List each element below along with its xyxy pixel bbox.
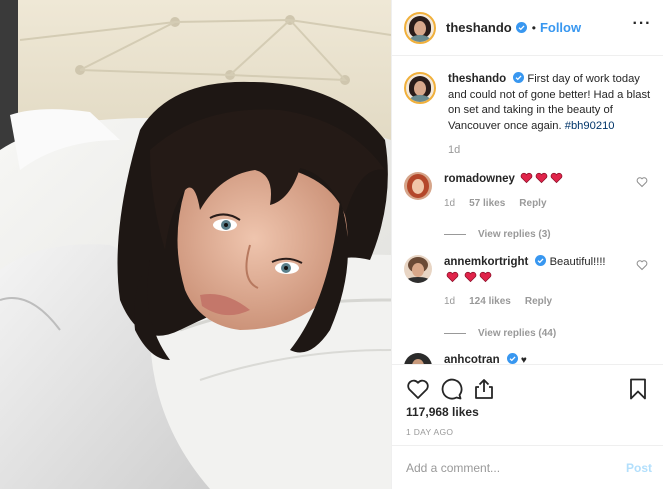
caption-hashtag[interactable]: #bh90210 — [565, 120, 615, 132]
comment-icon[interactable] — [439, 377, 463, 401]
comments-list[interactable]: theshando First day of work today and co… — [392, 57, 663, 364]
red-heart-emoji — [520, 172, 533, 184]
selfie-image — [0, 0, 391, 489]
red-heart-emoji — [550, 172, 563, 184]
comment-username[interactable]: annemkortright — [444, 256, 528, 268]
comment-timestamp[interactable]: 1d — [444, 294, 455, 310]
red-heart-emoji — [446, 271, 459, 282]
commenter-avatar[interactable] — [404, 172, 432, 200]
caption-timestamp[interactable]: 1d — [448, 143, 653, 159]
post-time-ago[interactable]: 1 DAY AGO — [406, 427, 453, 437]
post-comment-button[interactable]: Post — [626, 461, 652, 475]
comment-body: annemkortright Beautiful!!!! 1d 124 like… — [444, 255, 619, 341]
comment-body: anhcotran ♥ — [444, 353, 619, 364]
view-replies-button[interactable]: View replies (3) — [444, 227, 619, 243]
author-avatar[interactable] — [404, 11, 436, 44]
black-heart-emoji: ♥ — [520, 355, 527, 364]
reply-button[interactable]: Reply — [525, 294, 552, 310]
view-replies-label: View replies (44) — [478, 327, 557, 339]
post-actions: 117,968 likes 1 DAY AGO — [392, 364, 663, 445]
commenter-avatar[interactable] — [404, 255, 432, 283]
follow-button[interactable]: Follow — [540, 20, 581, 35]
red-heart-emoji — [479, 271, 492, 282]
view-replies-label: View replies (3) — [478, 229, 551, 240]
caption-username[interactable]: theshando — [448, 73, 506, 85]
comment-text: Beautiful!!!! — [549, 256, 606, 268]
caption-avatar[interactable] — [404, 72, 436, 104]
comment-meta: 1d 124 likes Reply — [444, 294, 619, 310]
post-caption: theshando First day of work today and co… — [404, 72, 654, 159]
comment-item: anhcotran ♥ — [404, 353, 654, 364]
likes-count[interactable]: 117,968 likes — [406, 405, 479, 419]
comment-heart-icon[interactable] — [636, 176, 648, 188]
comment-likes[interactable]: 57 likes — [469, 196, 505, 212]
share-icon[interactable] — [472, 377, 496, 401]
caption-text-block: theshando First day of work today and co… — [448, 72, 653, 159]
comment-body: romadowney 1d 57 likes Reply View replie… — [444, 172, 619, 243]
instagram-post: theshando • Follow ··· theshando First d… — [0, 0, 663, 489]
red-heart-emoji — [535, 172, 548, 184]
add-comment-input[interactable] — [406, 460, 626, 475]
comment-item: romadowney 1d 57 likes Reply View replie… — [404, 172, 654, 243]
commenter-avatar[interactable] — [404, 353, 432, 364]
heart-icon[interactable] — [406, 377, 430, 401]
verified-badge-icon — [535, 255, 547, 266]
red-heart-emoji — [464, 271, 477, 282]
separator-dot: • — [531, 20, 536, 35]
comment-username[interactable]: anhcotran — [444, 354, 500, 364]
view-replies-button[interactable]: View replies (44) — [444, 326, 619, 342]
bookmark-icon[interactable] — [626, 377, 650, 401]
comment-username[interactable]: romadowney — [444, 173, 515, 185]
more-options-icon[interactable]: ··· — [632, 16, 652, 35]
verified-badge-icon — [515, 22, 527, 33]
add-comment-bar: Post — [392, 445, 663, 489]
comment-heart-icon[interactable] — [636, 259, 648, 271]
comment-item: annemkortright Beautiful!!!! 1d 124 like… — [404, 255, 654, 341]
comment-timestamp[interactable]: 1d — [444, 196, 455, 212]
post-photo[interactable] — [0, 0, 391, 489]
reply-button[interactable]: Reply — [519, 196, 546, 212]
author-username[interactable]: theshando — [446, 20, 512, 35]
comment-likes[interactable]: 124 likes — [469, 294, 511, 310]
verified-badge-icon — [513, 72, 525, 83]
post-side-panel: theshando • Follow ··· theshando First d… — [391, 0, 663, 489]
verified-badge-icon — [506, 353, 518, 364]
comment-meta: 1d 57 likes Reply — [444, 196, 619, 212]
post-header: theshando • Follow ··· — [392, 0, 663, 56]
